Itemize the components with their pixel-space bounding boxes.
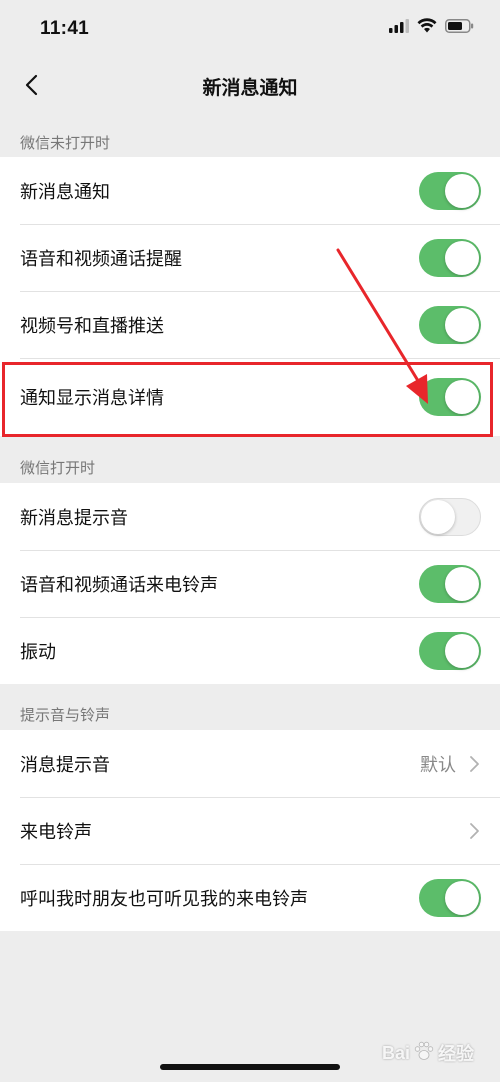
toggle-knob — [445, 633, 479, 668]
status-icons — [389, 18, 474, 37]
setting-row-show-message-details: 通知显示消息详情 — [0, 358, 500, 436]
setting-row-call-ringtone: 语音和视频通话来电铃声 — [0, 550, 500, 617]
toggle-knob — [445, 380, 479, 414]
settings-group-open: 新消息提示音 语音和视频通话来电铃声 振动 — [0, 483, 500, 684]
paw-icon — [413, 1040, 435, 1066]
toggle-knob — [445, 240, 479, 275]
section-header-open: 微信打开时 — [20, 459, 96, 477]
message-sound-value: 默认 — [420, 754, 456, 776]
show-message-details-toggle[interactable] — [419, 378, 481, 416]
setting-label: 新消息通知 — [20, 181, 110, 203]
channels-live-push-toggle[interactable] — [419, 305, 481, 344]
setting-row-channels-live-push: 视频号和直播推送 — [0, 291, 500, 358]
toggle-knob — [445, 566, 479, 601]
section-header-closed: 微信未打开时 — [20, 134, 111, 152]
call-reminder-toggle[interactable] — [419, 238, 481, 277]
watermark: Bai 经验 — [382, 1040, 474, 1066]
setting-label: 语音和视频通话来电铃声 — [20, 574, 218, 596]
setting-label: 来电铃声 — [20, 821, 92, 843]
navigation-bar: 新消息通知 — [0, 58, 500, 116]
setting-label: 消息提示音 — [20, 754, 110, 776]
section-header-tones: 提示音与铃声 — [20, 706, 111, 724]
setting-row-message-tone: 新消息提示音 — [0, 483, 500, 550]
toggle-knob — [445, 307, 479, 342]
toggle-knob — [445, 173, 479, 208]
setting-row-new-message-notify: 新消息通知 — [0, 157, 500, 224]
toggle-knob — [445, 880, 479, 915]
setting-label: 通知显示消息详情 — [20, 388, 164, 409]
setting-label: 语音和视频通话提醒 — [20, 248, 182, 270]
toggle-knob — [421, 499, 455, 534]
setting-label: 呼叫我时朋友也可听见我的来电铃声 — [20, 888, 308, 910]
setting-row-friends-hear-ringtone: 呼叫我时朋友也可听见我的来电铃声 — [0, 864, 500, 931]
vibration-toggle[interactable] — [419, 631, 481, 670]
chevron-right-icon — [468, 822, 480, 840]
settings-group-closed: 新消息通知 语音和视频通话提醒 视频号和直播推送 通知显示消息详情 — [0, 157, 500, 436]
message-tone-toggle[interactable] — [419, 497, 481, 536]
setting-row-call-reminder: 语音和视频通话提醒 — [0, 224, 500, 291]
page-title: 新消息通知 — [202, 77, 298, 99]
wifi-icon — [417, 18, 437, 37]
friends-hear-ringtone-toggle[interactable] — [419, 878, 481, 917]
status-bar: 11:41 — [0, 0, 500, 58]
setting-row-vibration: 振动 — [0, 617, 500, 684]
battery-icon — [445, 18, 474, 37]
setting-label: 视频号和直播推送 — [20, 315, 164, 337]
settings-group-tones: 消息提示音 默认 来电铃声 呼叫我时朋友也可听见我的来电铃声 — [0, 730, 500, 931]
new-message-notify-toggle[interactable] — [419, 171, 481, 210]
setting-label: 新消息提示音 — [20, 507, 128, 529]
setting-label: 振动 — [20, 641, 56, 663]
signal-icon — [389, 18, 409, 37]
chevron-right-icon — [468, 755, 480, 773]
watermark-brand: Bai — [381, 1042, 410, 1063]
home-indicator — [160, 1064, 340, 1070]
setting-row-call-ringtone-select[interactable]: 来电铃声 — [0, 797, 500, 864]
watermark-suffix: 经验 — [438, 1044, 474, 1064]
call-ringtone-toggle[interactable] — [419, 564, 481, 603]
setting-row-message-sound[interactable]: 消息提示音 默认 — [0, 730, 500, 797]
status-time: 11:41 — [40, 18, 90, 39]
